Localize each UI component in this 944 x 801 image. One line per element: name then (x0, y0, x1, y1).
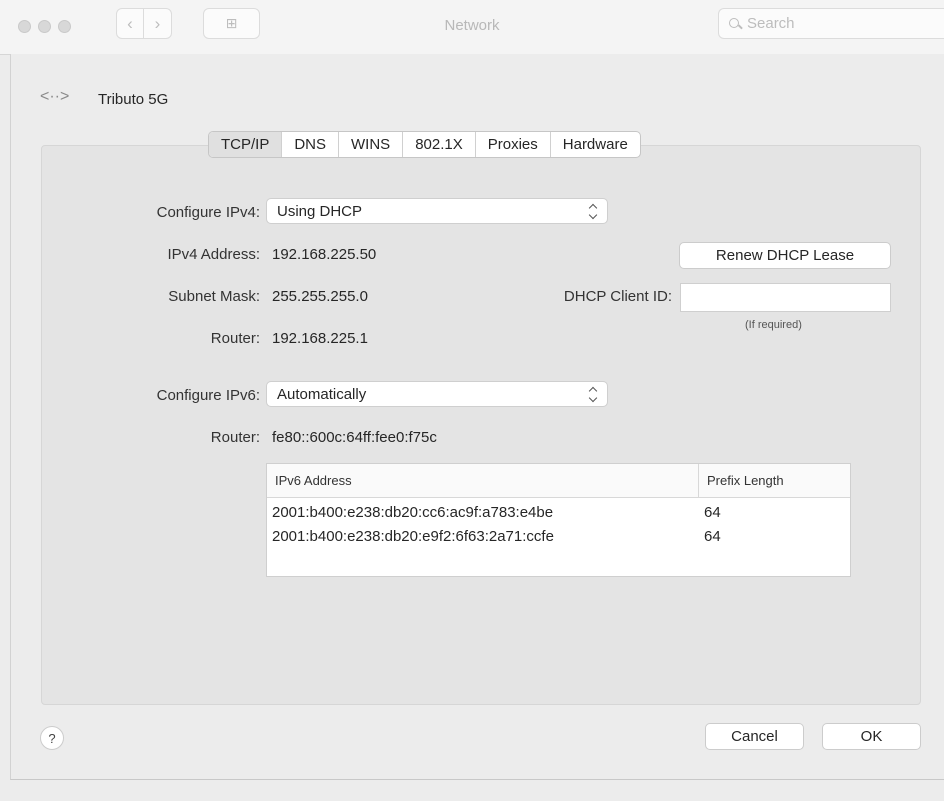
settings-panel (41, 145, 921, 705)
tab-wins[interactable]: WINS (338, 132, 402, 157)
tab-dns[interactable]: DNS (281, 132, 338, 157)
prefix-length-column-header[interactable]: Prefix Length (699, 464, 784, 497)
select-arrows-icon (589, 385, 599, 403)
tab-hardware[interactable]: Hardware (549, 132, 640, 157)
ipv6-address-column-header[interactable]: IPv6 Address (267, 464, 699, 497)
prefix-length-cell: 64 (704, 528, 721, 545)
ipv6-address-cell: 2001:b400:e238:db20:cc6:ac9f:a783:e4be (272, 504, 554, 521)
search-placeholder: Search (747, 15, 795, 32)
tab-tcp-ip[interactable]: TCP/IP (209, 132, 282, 157)
search-icon (729, 17, 741, 30)
tab-bar: TCP/IP DNS WINS 802.1X Proxies Hardware (208, 131, 641, 158)
ok-button[interactable]: OK (822, 723, 921, 750)
configure-ipv6-label: Configure IPv6: (156, 387, 260, 404)
question-mark-icon: ? (48, 730, 56, 746)
tab-802-1x[interactable]: 802.1X (402, 132, 475, 157)
tab-proxies[interactable]: Proxies (474, 132, 550, 157)
ipv4-address-label: IPv4 Address: (167, 246, 260, 263)
ipv6-router-value: fe80::600c:64ff:fee0:f75c (272, 429, 437, 446)
interface-name: Tributo 5G (98, 91, 169, 108)
table-row[interactable]: 2001:b400:e238:db20:cc6:ac9f:a783:e4be 6… (267, 501, 850, 525)
ipv4-router-label: Router: (210, 330, 260, 347)
table-header: IPv6 Address Prefix Length (267, 464, 850, 498)
help-button[interactable]: ? (40, 726, 64, 750)
subnet-mask-value: 255.255.255.0 (272, 288, 368, 305)
table-row[interactable]: 2001:b400:e238:db20:e9f2:6f63:2a71:ccfe … (267, 525, 850, 549)
ipv4-router-value: 192.168.225.1 (272, 330, 368, 347)
ipv4-address-value: 192.168.225.50 (272, 246, 377, 263)
configure-ipv4-select[interactable]: Using DHCP (266, 198, 608, 224)
ipv6-address-table[interactable]: IPv6 Address Prefix Length 2001:b400:e23… (266, 463, 851, 577)
renew-dhcp-lease-button[interactable]: Renew DHCP Lease (679, 242, 891, 269)
prefix-length-cell: 64 (704, 504, 721, 521)
ipv6-router-label: Router: (210, 429, 260, 446)
configure-ipv6-value: Automatically (277, 385, 367, 403)
search-input[interactable]: Search (718, 8, 944, 39)
cancel-button[interactable]: Cancel (705, 723, 804, 750)
configure-ipv6-select[interactable]: Automatically (266, 381, 608, 407)
dhcp-client-id-field[interactable] (680, 283, 891, 312)
configure-ipv4-label: Configure IPv4: (156, 204, 260, 221)
configure-ipv4-value: Using DHCP (277, 202, 363, 220)
dhcp-client-id-label: DHCP Client ID: (563, 288, 672, 305)
network-interface-icon: <··> (40, 88, 70, 105)
ipv6-address-cell: 2001:b400:e238:db20:e9f2:6f63:2a71:ccfe (272, 528, 554, 545)
select-arrows-icon (589, 202, 599, 220)
subnet-mask-label: Subnet Mask: (168, 288, 260, 305)
dhcp-client-id-hint: (If required) (745, 319, 802, 331)
title-bar: ‹ › ⊞ Network Search (0, 0, 944, 55)
